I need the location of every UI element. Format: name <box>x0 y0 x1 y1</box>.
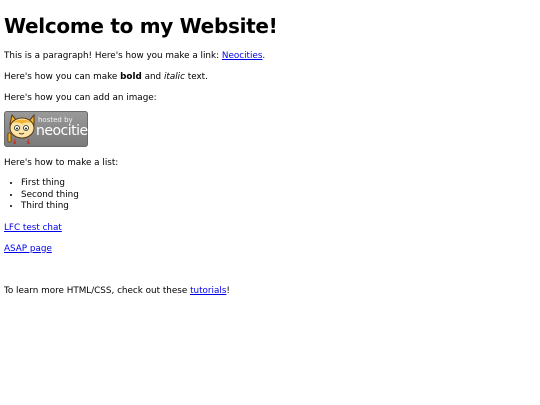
italic-text: italic <box>163 72 185 82</box>
tutorials-link[interactable]: tutorials <box>190 286 226 296</box>
page: Welcome to my Website! This is a paragra… <box>0 0 540 405</box>
neocities-cat-icon <box>7 113 35 144</box>
intro-text: This is a paragraph! Here's how you make… <box>4 51 222 61</box>
asap-page-link[interactable]: ASAP page <box>4 244 52 254</box>
image-paragraph: Here's how you can add an image: <box>4 93 157 103</box>
tutorials-intro-text: To learn more HTML/CSS, check out these <box>4 285 191 296</box>
page-title: Welcome to my Website! <box>4 14 278 38</box>
lfc-test-chat-link[interactable]: LFC test chat <box>4 223 62 233</box>
tutorials-paragraph: To learn more HTML/CSS, check out these … <box>4 285 540 297</box>
bold-intro-text: Here's how you can make <box>4 72 121 82</box>
intro-paragraph: This is a paragraph! Here's how you make… <box>4 50 540 62</box>
list-item: Second thing <box>21 190 540 202</box>
chat-link-paragraph: LFC test chat <box>4 222 540 234</box>
formatting-paragraph: Here's how you can make bold and italic … <box>4 71 540 83</box>
badge-neocities-text: neocities <box>36 123 88 139</box>
neocities-link[interactable]: Neocities <box>222 51 263 61</box>
list-item: First thing <box>21 178 540 190</box>
list-item: Third thing <box>21 201 540 213</box>
tutorials-exclaim: ! <box>226 285 230 296</box>
text-suffix: text. <box>184 72 208 82</box>
hosted-by-neocities-badge: hosted by neocities <box>4 111 88 147</box>
bold-text: bold <box>120 72 142 82</box>
and-text: and <box>141 72 164 82</box>
asap-link-paragraph: ASAP page <box>4 243 540 255</box>
intro-period: . <box>262 51 266 61</box>
example-list: First thing Second thing Third thing <box>4 178 540 213</box>
list-paragraph: Here's how to make a list: <box>4 158 119 168</box>
